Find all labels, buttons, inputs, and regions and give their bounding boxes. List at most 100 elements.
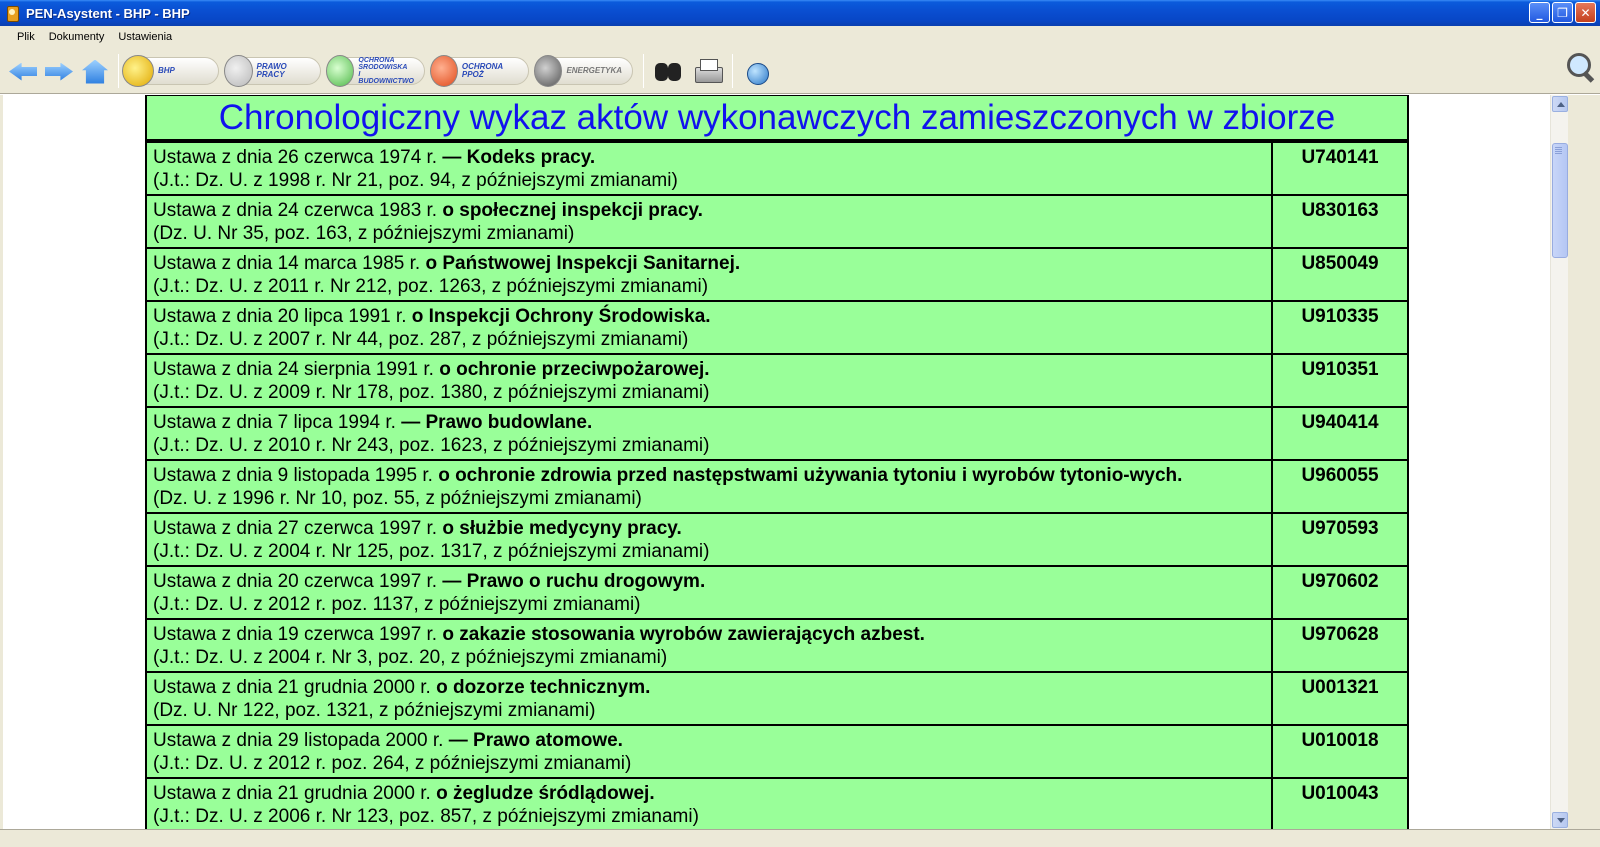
act-description[interactable]: Ustawa z dnia 21 grudnia 2000 r. o żeglu…	[145, 777, 1273, 829]
arrow-right-icon	[45, 62, 73, 81]
act-title: Ustawa z dnia 9 listopada 1995 r. o ochr…	[153, 464, 1265, 487]
title-bar: PEN-Asystent - BHP - BHP _ ❐ ✕	[0, 0, 1600, 26]
act-description[interactable]: Ustawa z dnia 24 czerwca 1983 r. o społe…	[145, 194, 1273, 249]
table-row[interactable]: Ustawa z dnia 19 czerwca 1997 r. o zakaz…	[145, 618, 1409, 673]
act-date: Ustawa z dnia 24 sierpnia 1991 r.	[153, 359, 440, 380]
act-title: Ustawa z dnia 29 listopada 2000 r. — Pra…	[153, 729, 1265, 752]
act-code-link[interactable]: U010018	[1271, 724, 1409, 779]
act-title: Ustawa z dnia 21 grudnia 2000 r. o dozor…	[153, 676, 1265, 699]
close-button[interactable]: ✕	[1575, 2, 1596, 23]
act-description[interactable]: Ustawa z dnia 24 sierpnia 1991 r. o ochr…	[145, 353, 1273, 408]
act-source: (J.t.: Dz. U. z 2010 r. Nr 243, poz. 162…	[153, 435, 710, 456]
table-row[interactable]: Ustawa z dnia 20 czerwca 1997 r. — Prawo…	[145, 565, 1409, 620]
act-code-link[interactable]: U740141	[1271, 141, 1409, 196]
act-name: o dozorze technicznym.	[436, 677, 651, 698]
act-code-link[interactable]: U850049	[1271, 247, 1409, 302]
table-row[interactable]: Ustawa z dnia 24 czerwca 1983 r. o społe…	[145, 194, 1409, 249]
act-code-link[interactable]: U910335	[1271, 300, 1409, 355]
act-description[interactable]: Ustawa z dnia 14 marca 1985 r. o Państwo…	[145, 247, 1273, 302]
act-source: (J.t.: Dz. U. z 2011 r. Nr 212, poz. 126…	[153, 276, 709, 297]
home-icon	[82, 59, 108, 84]
act-title: Ustawa z dnia 26 czerwca 1974 r. — Kodek…	[153, 146, 1265, 169]
table-row[interactable]: Ustawa z dnia 14 marca 1985 r. o Państwo…	[145, 247, 1409, 302]
act-code-link[interactable]: U010043	[1271, 777, 1409, 829]
scroll-thumb[interactable]	[1552, 143, 1568, 258]
table-row[interactable]: Ustawa z dnia 26 czerwca 1974 r. — Kodek…	[145, 141, 1409, 196]
module-label-line: ŚRODOWISKA	[358, 63, 408, 71]
act-date: Ustawa z dnia 14 marca 1985 r.	[153, 253, 426, 274]
act-date: Ustawa z dnia 20 lipca 1991 r.	[153, 306, 412, 327]
table-row[interactable]: Ustawa z dnia 21 grudnia 2000 r. o dozor…	[145, 671, 1409, 726]
act-description[interactable]: Ustawa z dnia 20 czerwca 1997 r. — Prawo…	[145, 565, 1273, 620]
act-source: (J.t.: Dz. U. z 2012 r. poz. 264, z późn…	[153, 753, 632, 774]
document-view: Chronologiczny wykaz aktów wykonawczych …	[0, 95, 1550, 829]
toolbar-separator	[643, 53, 644, 88]
menu-item-ustawienia[interactable]: Ustawienia	[111, 31, 179, 43]
module-energetyka-label: ENERGETYKA	[566, 65, 622, 75]
act-code-link[interactable]: U970593	[1271, 512, 1409, 567]
act-source: (J.t.: Dz. U. z 2004 r. Nr 125, poz. 131…	[153, 541, 710, 562]
act-description[interactable]: Ustawa z dnia 20 lipca 1991 r. o Inspekc…	[145, 300, 1273, 355]
module-bhp-button[interactable]: BHP	[122, 54, 219, 87]
act-description[interactable]: Ustawa z dnia 7 lipca 1994 r. — Prawo bu…	[145, 406, 1273, 461]
act-code-link[interactable]: U960055	[1271, 459, 1409, 514]
app-icon[interactable]	[4, 5, 20, 22]
act-description[interactable]: Ustawa z dnia 9 listopada 1995 r. o ochr…	[145, 459, 1273, 514]
printer-icon[interactable]	[692, 55, 724, 87]
binoculars-icon[interactable]	[652, 55, 684, 87]
menu-item-plik[interactable]: Plik	[10, 31, 42, 43]
table-row[interactable]: Ustawa z dnia 7 lipca 1994 r. — Prawo bu…	[145, 406, 1409, 461]
act-title: Ustawa z dnia 24 czerwca 1983 r. o społe…	[153, 199, 1265, 222]
vertical-scrollbar[interactable]	[1550, 95, 1568, 829]
act-code-link[interactable]: U830163	[1271, 194, 1409, 249]
scroll-up-button[interactable]	[1552, 96, 1568, 112]
bhp-worker-icon	[122, 54, 154, 87]
act-source: (J.t.: Dz. U. z 2004 r. Nr 3, poz. 20, z…	[153, 647, 668, 668]
module-ochrona-srodowiska-label: OCHRONA ŚRODOWISKA I BUDOWNICTWO	[358, 57, 414, 85]
act-name: o społecznej inspekcji pracy.	[442, 200, 703, 221]
module-prawo-pracy-button[interactable]: PRAWO PRACY	[224, 54, 321, 87]
scroll-grip-icon	[1555, 147, 1562, 148]
module-ochrona-ppoz-button[interactable]: OCHRONA PPOŻ	[430, 54, 529, 87]
act-description[interactable]: Ustawa z dnia 29 listopada 2000 r. — Pra…	[145, 724, 1273, 779]
act-date: Ustawa z dnia 20 czerwca 1997 r.	[153, 571, 443, 592]
module-energetyka-button[interactable]: ENERGETYKA	[534, 54, 633, 87]
window-frame-bottom	[0, 829, 1600, 847]
act-description[interactable]: Ustawa z dnia 26 czerwca 1974 r. — Kodek…	[145, 141, 1273, 196]
toolbar-separator	[732, 53, 733, 88]
act-name: — Prawo budowlane.	[401, 412, 593, 433]
act-code-link[interactable]: U970602	[1271, 565, 1409, 620]
act-name: — Prawo o ruchu drogowym.	[442, 571, 706, 592]
table-row[interactable]: Ustawa z dnia 21 grudnia 2000 r. o żeglu…	[145, 777, 1409, 829]
globe-icon[interactable]	[741, 55, 773, 87]
table-row[interactable]: Ustawa z dnia 29 listopada 2000 r. — Pra…	[145, 724, 1409, 779]
act-date: Ustawa z dnia 21 grudnia 2000 r.	[153, 783, 437, 804]
act-code-link[interactable]: U001321	[1271, 671, 1409, 726]
minimize-button[interactable]: _	[1529, 2, 1550, 23]
window-frame-right	[1568, 95, 1600, 829]
home-button[interactable]	[78, 54, 112, 88]
forward-button[interactable]	[42, 54, 76, 88]
scroll-down-button[interactable]	[1552, 812, 1568, 828]
maximize-button[interactable]: ❐	[1552, 2, 1573, 23]
table-row[interactable]: Ustawa z dnia 27 czerwca 1997 r. o służb…	[145, 512, 1409, 567]
act-description[interactable]: Ustawa z dnia 19 czerwca 1997 r. o zakaz…	[145, 618, 1273, 673]
act-code-link[interactable]: U940414	[1271, 406, 1409, 461]
menu-item-dokumenty[interactable]: Dokumenty	[42, 31, 112, 43]
table-row[interactable]: Ustawa z dnia 9 listopada 1995 r. o ochr…	[145, 459, 1409, 514]
act-date: Ustawa z dnia 19 czerwca 1997 r.	[153, 624, 443, 645]
table-row[interactable]: Ustawa z dnia 24 sierpnia 1991 r. o ochr…	[145, 353, 1409, 408]
back-button[interactable]	[6, 54, 40, 88]
module-ochrona-ppoz-label: OCHRONA PPOŻ	[461, 61, 503, 79]
act-title: Ustawa z dnia 27 czerwca 1997 r. o służb…	[153, 517, 1265, 540]
act-description[interactable]: Ustawa z dnia 21 grudnia 2000 r. o dozor…	[145, 671, 1273, 726]
act-code-link[interactable]: U970628	[1271, 618, 1409, 673]
act-description[interactable]: Ustawa z dnia 27 czerwca 1997 r. o służb…	[145, 512, 1273, 567]
act-code-link[interactable]: U910351	[1271, 353, 1409, 408]
act-name: o zakazie stosowania wyrobów zawierający…	[442, 624, 925, 645]
act-source: (J.t.: Dz. U. z 2006 r. Nr 123, poz. 857…	[153, 806, 699, 827]
toolbar: BHP PRAWO PRACY OCHRONA ŚRODOWISKA I BUD…	[0, 48, 1600, 94]
module-ochrona-srodowiska-button[interactable]: OCHRONA ŚRODOWISKA I BUDOWNICTWO	[326, 54, 425, 87]
magnifier-icon[interactable]	[1564, 50, 1598, 84]
table-row[interactable]: Ustawa z dnia 20 lipca 1991 r. o Inspekc…	[145, 300, 1409, 355]
